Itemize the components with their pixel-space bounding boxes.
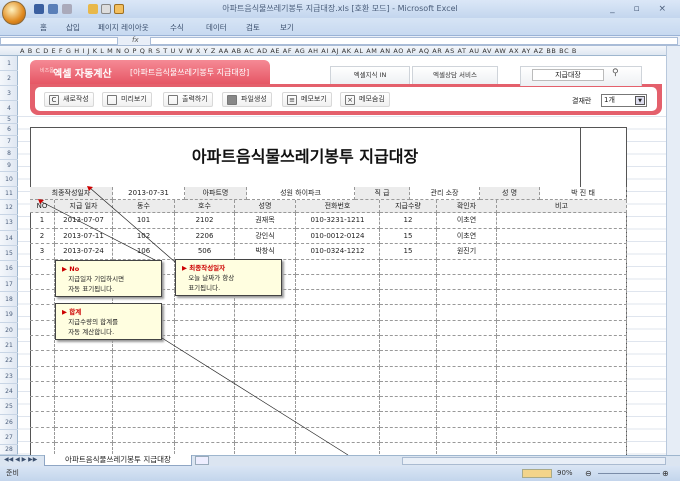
comment-arrows <box>38 186 349 456</box>
view-buttons[interactable] <box>522 469 552 478</box>
status-bar: 준비 90% ⊖ ⊕ <box>0 466 680 481</box>
arrow-line <box>39 200 156 261</box>
status-ready: 준비 <box>6 469 19 477</box>
zoom-out-icon[interactable]: ⊖ <box>585 469 592 478</box>
zoom-level[interactable]: 90% <box>557 466 573 481</box>
zoom-slider[interactable] <box>598 473 660 474</box>
sheet-nav-icons[interactable]: ◀◀ ◀ ▶ ▶▶ <box>4 456 37 463</box>
office-button[interactable] <box>2 1 26 25</box>
zoom-in-icon[interactable]: ⊕ <box>662 469 669 478</box>
arrow-head <box>38 199 44 204</box>
horizontal-scrollbar[interactable] <box>402 457 666 465</box>
arrow-line <box>161 337 349 456</box>
insert-sheet-icon[interactable] <box>195 456 209 465</box>
sheet-tab[interactable]: 아파트음식물쓰레기봉투 지급대장 <box>44 455 192 466</box>
arrow-line <box>89 187 176 263</box>
